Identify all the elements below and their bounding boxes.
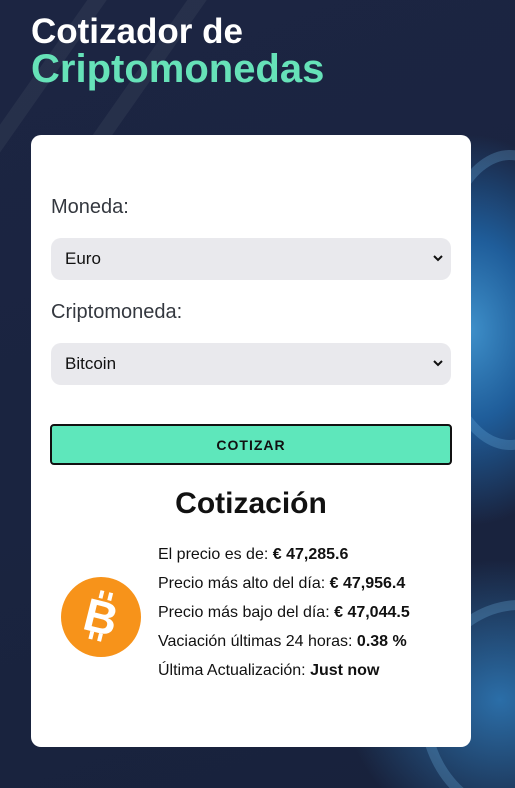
quote-details: El precio es de: € 47,285.6 Precio más a… <box>158 545 410 690</box>
low-price-label: Precio más bajo del día: <box>158 604 335 621</box>
currency-select[interactable]: Euro <box>51 238 451 280</box>
chevron-down-icon <box>433 360 443 367</box>
bitcoin-icon: B <box>61 577 141 657</box>
price-label: El precio es de: <box>158 546 273 563</box>
price-value: € 47,285.6 <box>272 546 349 563</box>
currency-select-value: Euro <box>65 249 101 268</box>
change-24h-label: Vaciación últimas 24 horas: <box>158 633 357 650</box>
quote-card: Moneda: Euro Criptomoneda: Bitcoin COTIZ… <box>31 135 471 747</box>
change-24h-row: Vaciación últimas 24 horas: 0.38 % <box>158 632 410 661</box>
title-line-1: Cotizador de <box>31 12 243 51</box>
title-line-2: Criptomonedas <box>31 47 325 91</box>
quote-button[interactable]: COTIZAR <box>50 424 452 465</box>
low-price-value: € 47,044.5 <box>334 604 410 621</box>
crypto-label: Criptomoneda: <box>51 301 183 323</box>
crypto-select[interactable]: Bitcoin <box>51 343 451 385</box>
change-24h-value: 0.38 % <box>356 633 407 650</box>
last-update-row: Última Actualización: Just now <box>158 661 410 690</box>
last-update-label: Última Actualización: <box>158 662 311 679</box>
price-row: El precio es de: € 47,285.6 <box>158 545 410 574</box>
high-price-row: Precio más alto del día: € 47,956.4 <box>158 574 410 603</box>
crypto-select-value: Bitcoin <box>65 354 117 373</box>
page-header: Cotizador de Criptomonedas <box>31 12 325 91</box>
chevron-down-icon <box>433 255 443 262</box>
last-update-value: Just now <box>310 662 380 679</box>
quote-title: Cotización <box>175 487 327 520</box>
currency-label: Moneda: <box>51 196 129 218</box>
high-price-value: € 47,956.4 <box>329 575 406 592</box>
high-price-label: Precio más alto del día: <box>158 575 330 592</box>
low-price-row: Precio más bajo del día: € 47,044.5 <box>158 603 410 632</box>
